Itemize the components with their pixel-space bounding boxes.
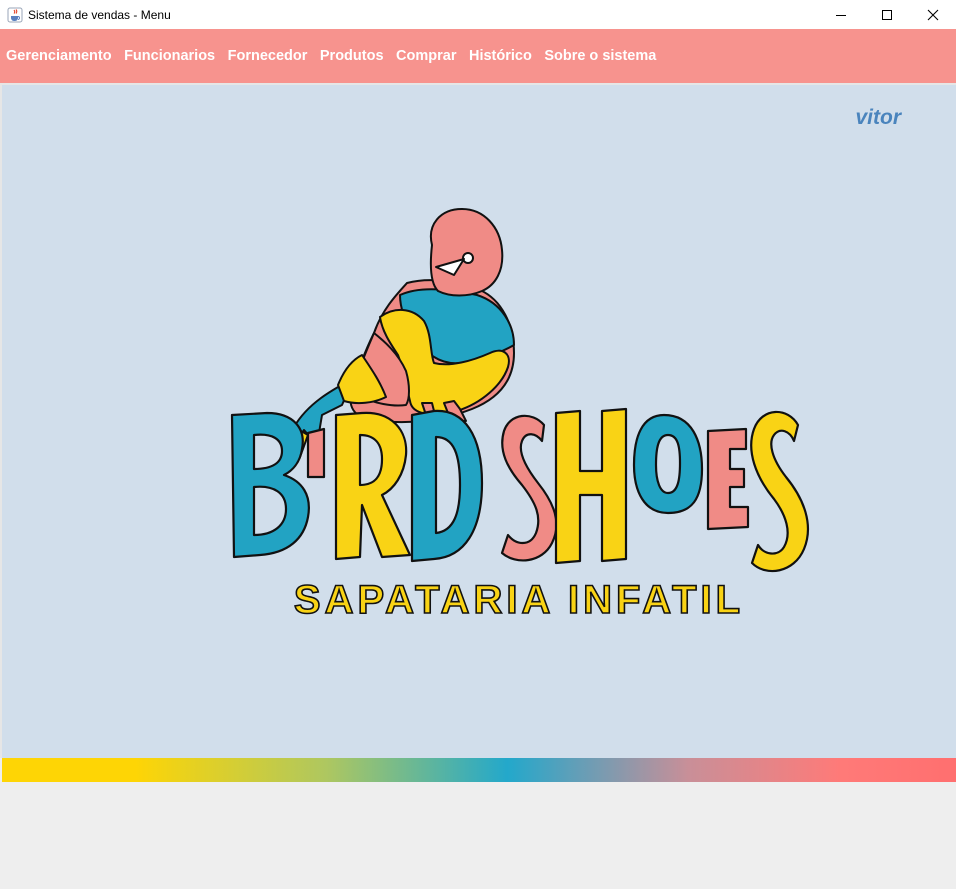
menu-sobre-o-sistema[interactable]: Sobre o sistema xyxy=(544,48,656,64)
minimize-icon xyxy=(836,14,846,16)
close-button[interactable] xyxy=(910,0,956,29)
main-content-panel: vitor SAPATARIA INFATIL xyxy=(0,83,956,758)
menu-historico[interactable]: Histórico xyxy=(469,48,532,64)
application-window: Sistema de vendas - Menu Gerenciamento F… xyxy=(0,0,956,889)
menu-produtos[interactable]: Produtos xyxy=(320,48,384,64)
menu-fornecedor[interactable]: Fornecedor xyxy=(228,48,308,64)
close-icon xyxy=(927,9,939,20)
logo-subtitle: SAPATARIA INFATIL xyxy=(294,578,744,622)
gradient-decoration-bar xyxy=(2,758,956,782)
maximize-icon xyxy=(882,9,892,20)
java-cup-icon xyxy=(7,7,23,23)
menu-funcionarios[interactable]: Funcionarios xyxy=(124,48,215,64)
bird-shoes-logo: SAPATARIA INFATIL xyxy=(230,208,810,623)
menu-gerenciamento[interactable]: Gerenciamento xyxy=(6,48,112,64)
maximize-button[interactable] xyxy=(864,0,910,29)
title-bar[interactable]: Sistema de vendas - Menu xyxy=(0,0,956,29)
menu-comprar[interactable]: Comprar xyxy=(396,48,456,64)
menu-bar: Gerenciamento Funcionarios Fornecedor Pr… xyxy=(0,29,956,83)
minimize-button[interactable] xyxy=(818,0,864,29)
window-title: Sistema de vendas - Menu xyxy=(28,7,171,22)
